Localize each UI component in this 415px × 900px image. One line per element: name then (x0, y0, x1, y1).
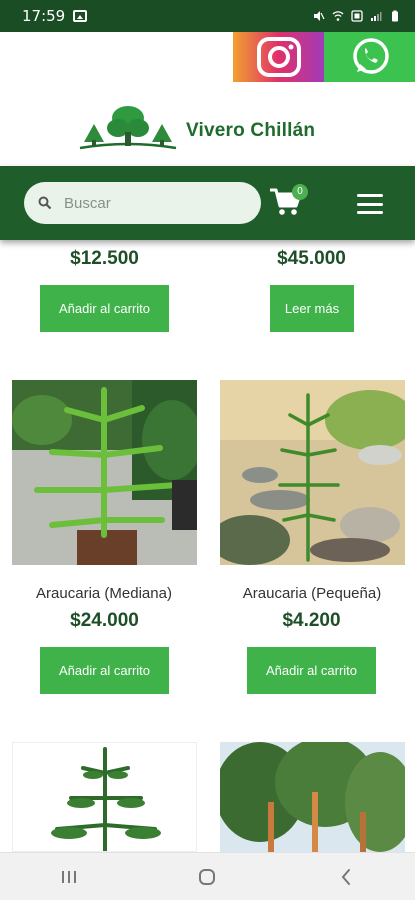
back-button[interactable] (326, 862, 366, 892)
product-image[interactable] (12, 742, 197, 852)
araucaria-seedling-image (220, 380, 405, 565)
home-button[interactable] (187, 862, 227, 892)
site-header: Vivero Chillán (0, 32, 415, 166)
recents-button[interactable] (49, 862, 89, 892)
trees-logo-icon (79, 106, 177, 150)
instagram-icon (256, 37, 301, 77)
signal-icon (371, 12, 382, 21)
data-icon (351, 10, 363, 22)
whatsapp-icon (352, 38, 389, 74)
product-price: $12.500 (70, 248, 139, 269)
site-logo[interactable]: Vivero Chillán (78, 102, 315, 152)
add-to-cart-button[interactable]: Añadir al carrito (247, 647, 376, 694)
read-more-button[interactable]: Leer más (270, 285, 354, 332)
menu-icon[interactable] (357, 194, 383, 214)
whatsapp-button[interactable] (324, 32, 415, 82)
product-image[interactable] (220, 380, 405, 565)
wifi-icon (332, 11, 344, 21)
product-price: $24.000 (70, 610, 139, 631)
home-icon (199, 868, 216, 885)
app-frame: 17:59 Vivero Chillán Buscar 0 $12.500 Añ… (0, 0, 415, 900)
eucalyptus-tree-image (220, 742, 405, 852)
search-input[interactable] (64, 194, 234, 212)
product-name[interactable]: Araucaria (Mediana) (4, 585, 204, 602)
product-price: $4.200 (282, 610, 341, 631)
status-bar: 17:59 (0, 0, 415, 32)
instagram-button[interactable] (233, 32, 324, 82)
add-to-cart-button[interactable]: Añadir al carrito (40, 285, 169, 332)
system-nav-bar (0, 852, 415, 900)
mute-icon (314, 11, 325, 21)
cart-count-badge: 0 (292, 184, 308, 200)
gallery-icon (73, 10, 88, 22)
add-to-cart-button[interactable]: Añadir al carrito (40, 647, 169, 694)
brand-name: Vivero Chillán (186, 120, 316, 141)
status-icons (313, 10, 401, 22)
araucaria-plant-image (12, 380, 197, 565)
search-icon (38, 196, 52, 210)
social-links (233, 32, 415, 82)
battery-icon (392, 10, 398, 22)
search-box[interactable] (24, 182, 261, 224)
nav-bar: 0 (0, 166, 415, 240)
product-image[interactable] (220, 742, 405, 852)
pine-tree-image (51, 747, 161, 851)
product-name[interactable]: Araucaria (Pequeña) (212, 585, 412, 602)
recents-icon (62, 870, 77, 883)
back-icon (341, 868, 350, 885)
product-image[interactable] (12, 380, 197, 565)
product-price: $45.000 (277, 248, 346, 269)
status-time: 17:59 (22, 7, 66, 25)
